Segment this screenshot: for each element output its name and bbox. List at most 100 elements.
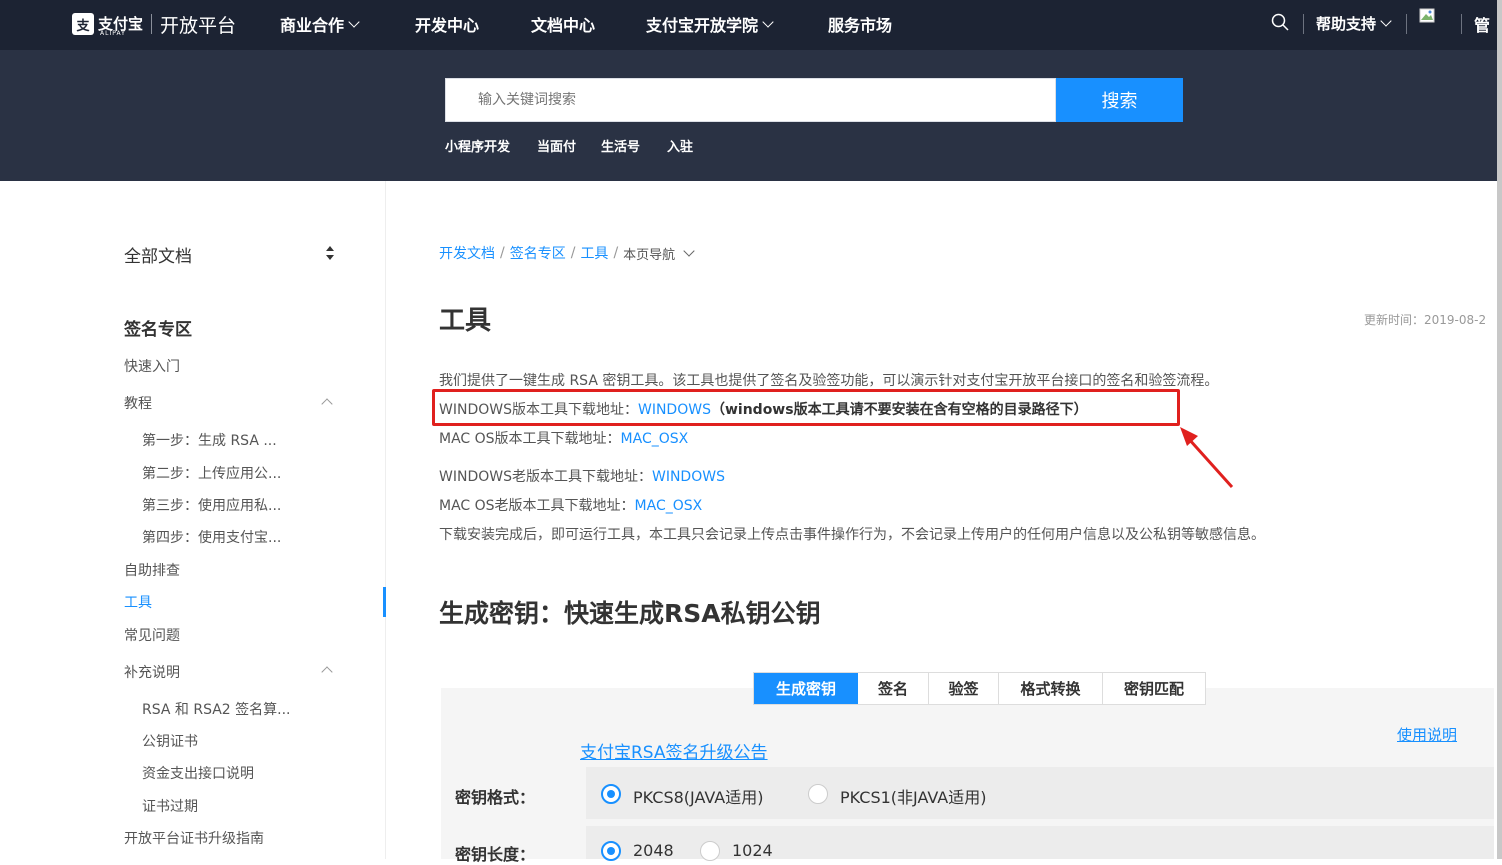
radio-2048-label[interactable]: 2048	[633, 841, 674, 860]
key-length-label: 密钥长度：	[455, 845, 536, 864]
sidebar-item-faq[interactable]: 常见问题	[124, 625, 180, 645]
tool-tabs: 生成密钥 签名 验签 格式转换 密钥匹配	[753, 672, 1206, 705]
nav-item-label: 支付宝开放学院	[646, 16, 759, 35]
top-nav: 支 支付宝 ALIPAY 开放平台 商业合作 开发中心 文档中心 支付宝开放学院…	[0, 0, 1502, 50]
page-scrollbar[interactable]	[1497, 0, 1502, 859]
nav-item-academy[interactable]: 支付宝开放学院	[646, 12, 774, 36]
radio-pkcs8-label[interactable]: PKCS8(JAVA适用)	[633, 784, 764, 808]
tab-key-match[interactable]: 密钥匹配	[1102, 673, 1205, 704]
tab-generate-key[interactable]: 生成密钥	[754, 673, 858, 704]
hot-link-join[interactable]: 入驻	[667, 136, 693, 155]
nav-item-market[interactable]: 服务市场	[828, 12, 892, 36]
intro-paragraph: 我们提供了一键生成 RSA 密钥工具。该工具也提供了签名及验签功能，可以演示针对…	[439, 373, 1219, 389]
radio-pkcs1[interactable]	[808, 784, 828, 804]
annotation-arrow-icon	[1180, 427, 1234, 489]
search-box	[445, 78, 1056, 122]
sidebar-item-step4[interactable]: 第四步：使用支付宝...	[142, 527, 281, 547]
hot-link-miniapp[interactable]: 小程序开发	[445, 136, 510, 155]
logo-brand-english: ALIPAY	[100, 30, 126, 37]
nav-divider	[1303, 14, 1304, 34]
sidebar-item-tutorial[interactable]: 教程	[124, 393, 152, 413]
hot-link-facepay[interactable]: 当面付	[537, 136, 576, 155]
alipay-logo-icon: 支	[72, 13, 94, 35]
sidebar-item-fund-api[interactable]: 资金支出接口说明	[142, 763, 254, 783]
page-title: 工具	[439, 306, 492, 336]
tab-sign[interactable]: 签名	[858, 673, 928, 704]
section-heading: 生成密钥：快速生成RSA私钥公钥	[439, 599, 821, 628]
search-button[interactable]: 搜索	[1056, 78, 1183, 122]
search-icon[interactable]	[1271, 13, 1289, 31]
usage-guide-link[interactable]: 使用说明	[1397, 724, 1457, 745]
rsa-upgrade-notice-link[interactable]: 支付宝RSA签名升级公告	[580, 738, 768, 763]
manage-center-link[interactable]: 管	[1474, 12, 1490, 36]
alipay-logo[interactable]: 支 支付宝 ALIPAY 开放平台	[72, 9, 236, 39]
help-support-label: 帮助支持	[1316, 15, 1377, 33]
nav-item-label: 文档中心	[531, 16, 596, 35]
radio-1024[interactable]	[700, 841, 720, 861]
sidebar-item-supplement[interactable]: 补充说明	[124, 662, 180, 682]
sidebar-item-quickstart[interactable]: 快速入门	[124, 356, 180, 376]
sidebar-item-troubleshoot[interactable]: 自助排查	[124, 560, 180, 580]
chevron-down-icon	[762, 15, 774, 28]
doc-sidebar: 全部文档 签名专区	[0, 181, 386, 859]
radio-1024-label[interactable]: 1024	[732, 841, 773, 860]
logo-divider	[151, 14, 153, 34]
nav-divider	[1406, 14, 1407, 34]
nav-item-business[interactable]: 商业合作	[280, 12, 360, 36]
mac-old-download-label: MAC OS老版本工具下载地址：	[439, 498, 635, 514]
nav-item-label: 开发中心	[415, 16, 480, 35]
breadcrumb-page-nav[interactable]: 本页导航	[623, 244, 675, 263]
nav-item-dev-center[interactable]: 开发中心	[415, 12, 479, 36]
mac-download-link[interactable]: MAC_OSX	[621, 431, 689, 447]
hot-link-lifeaccount[interactable]: 生活号	[601, 136, 640, 155]
breadcrumb-sign-zone[interactable]: 签名专区	[510, 243, 566, 263]
nav-item-label: 服务市场	[828, 16, 893, 35]
breadcrumb-tools[interactable]: 工具	[580, 243, 608, 263]
sidebar-item-cert-upgrade[interactable]: 开放平台证书升级指南	[124, 828, 264, 848]
all-docs-selector[interactable]: 全部文档	[124, 242, 192, 267]
key-format-label: 密钥格式：	[455, 788, 536, 807]
hero-search-area: 搜索 小程序开发 当面付 生活号 入驻	[0, 50, 1497, 181]
breadcrumb-separator: /	[500, 245, 505, 261]
nav-divider	[1461, 14, 1462, 34]
sidebar-item-rsa-rsa2[interactable]: RSA 和 RSA2 签名算...	[142, 699, 291, 719]
mac-download-label: MAC OS版本工具下载地址：	[439, 431, 621, 447]
windows-old-download-label: WINDOWS老版本工具下载地址：	[439, 469, 652, 485]
breadcrumb-dev-docs[interactable]: 开发文档	[439, 243, 495, 263]
mac-old-download-line: MAC OS老版本工具下载地址：MAC_OSX	[439, 495, 702, 515]
sort-toggle-icon[interactable]	[325, 245, 335, 261]
disclaimer-paragraph: 下载安装完成后，即可运行工具，本工具只会记录上传点击事件操作行为，不会记录上传用…	[439, 527, 1265, 543]
tab-format-convert[interactable]: 格式转换	[998, 673, 1102, 704]
help-support-menu[interactable]: 帮助支持	[1316, 13, 1392, 34]
radio-pkcs1-label[interactable]: PKCS1(非JAVA适用)	[840, 784, 987, 808]
breadcrumb-separator: /	[570, 245, 576, 261]
annotation-highlight-box	[432, 389, 1180, 426]
sidebar-section-title: 签名专区	[124, 320, 192, 340]
sidebar-active-indicator	[383, 587, 386, 617]
breadcrumb: 开发文档 / 签名专区 / 工具 / 本页导航	[439, 243, 695, 263]
radio-2048[interactable]	[601, 841, 621, 861]
sidebar-item-step1[interactable]: 第一步：生成 RSA ...	[142, 430, 277, 450]
nav-item-docs[interactable]: 文档中心	[531, 12, 595, 36]
tab-verify[interactable]: 验签	[928, 673, 998, 704]
mac-download-line: MAC OS版本工具下载地址：MAC_OSX	[439, 428, 688, 448]
chevron-down-icon[interactable]	[683, 244, 695, 257]
logo-title: 开放平台	[160, 14, 237, 37]
sidebar-item-tools[interactable]: 工具	[124, 592, 152, 612]
sidebar-item-cert-expired[interactable]: 证书过期	[142, 796, 198, 816]
chevron-down-icon	[1380, 15, 1392, 27]
radio-pkcs8[interactable]	[601, 784, 621, 804]
key-length-row	[586, 826, 1494, 859]
sidebar-item-step2[interactable]: 第二步：上传应用公...	[142, 463, 281, 483]
sidebar-item-public-cert[interactable]: 公钥证书	[142, 731, 198, 751]
user-avatar-icon[interactable]	[1418, 6, 1438, 26]
windows-old-download-line: WINDOWS老版本工具下载地址：WINDOWS	[439, 466, 725, 486]
search-input[interactable]	[446, 79, 1055, 121]
update-time: 更新时间：2019-08-2	[1364, 313, 1487, 327]
mac-old-download-link[interactable]: MAC_OSX	[635, 498, 703, 514]
chevron-down-icon	[348, 15, 360, 28]
sidebar-item-step3[interactable]: 第三步：使用应用私...	[142, 495, 281, 515]
breadcrumb-separator: /	[613, 245, 619, 261]
nav-item-label: 商业合作	[280, 16, 345, 35]
windows-old-download-link[interactable]: WINDOWS	[652, 469, 725, 485]
